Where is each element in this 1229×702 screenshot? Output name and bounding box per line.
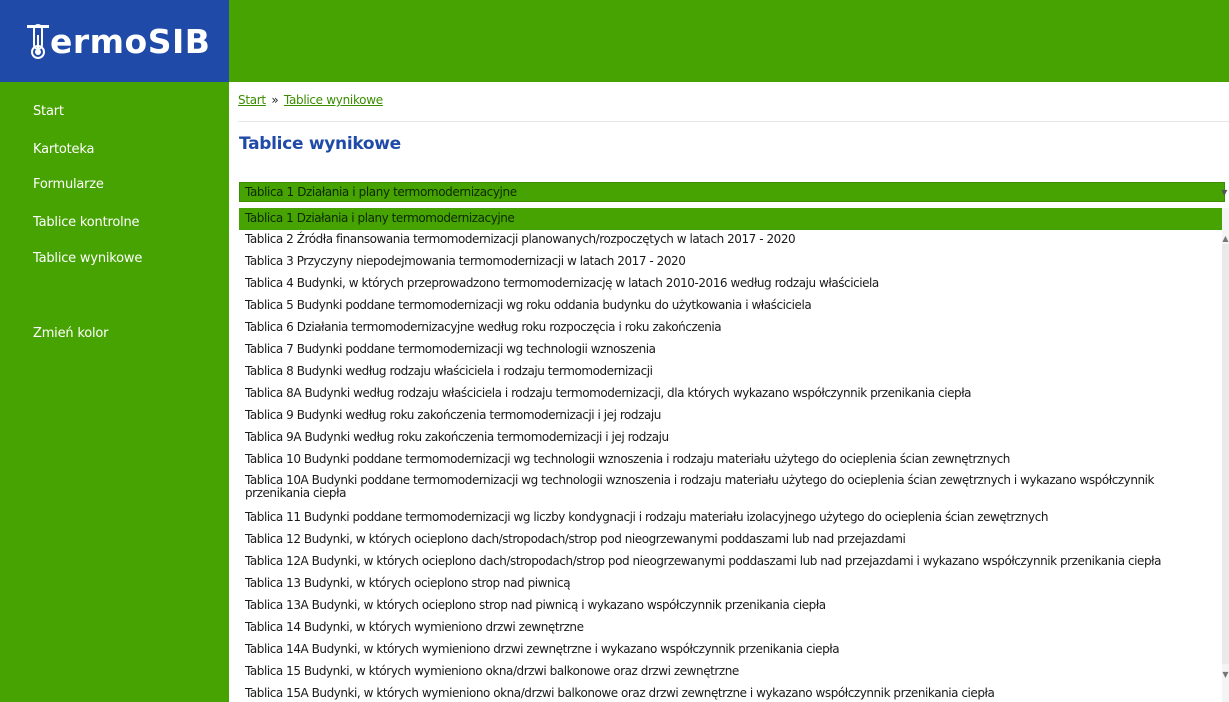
select-option[interactable]: Tablica 10 Budynki poddane termomoderniz… [239,453,1222,466]
logo-text: ermoSIB [50,21,211,61]
select-option[interactable]: Tablica 9 Budynki według roku zakończeni… [239,409,1222,422]
sidebar-item-start[interactable]: Start [33,104,64,119]
breadcrumb: Start » Tablice wynikowe [238,93,383,107]
sidebar-item-zmien-kolor[interactable]: Zmień kolor [33,326,108,341]
breadcrumb-separator: » [271,93,279,107]
select-option[interactable]: Tablica 1 Działania i plany termomoderni… [239,208,1222,230]
chevron-down-icon: ▼ [1221,188,1227,197]
select-option[interactable]: Tablica 8 Budynki według rodzaju właścic… [239,365,1222,378]
page-title: Tablice wynikowe [239,134,401,154]
select-option[interactable]: Tablica 12 Budynki, w których ocieplono … [239,533,1222,546]
app-root: ermoSIB Start Kartoteka Formularze Tabli… [0,0,1229,702]
table-select-value: Tablica 1 Działania i plany termomoderni… [245,185,517,199]
select-option[interactable]: Tablica 14A Budynki, w których wymienion… [239,643,1222,656]
select-option[interactable]: Tablica 4 Budynki, w których przeprowadz… [239,277,1222,290]
sidebar-item-tablice-wynikowe[interactable]: Tablice wynikowe [33,251,142,266]
select-option[interactable]: Tablica 13 Budynki, w których ocieplono … [239,577,1222,590]
breadcrumb-start-link[interactable]: Start [238,93,266,107]
thermometer-icon [26,21,50,61]
breadcrumb-current-link[interactable]: Tablice wynikowe [284,93,383,107]
select-option[interactable]: Tablica 7 Budynki poddane termomoderniza… [239,343,1222,356]
sidebar-item-kartoteka[interactable]: Kartoteka [33,142,94,157]
scroll-down-icon[interactable]: ▼ [1222,670,1229,679]
select-option[interactable]: Tablica 13A Budynki, w których ocieplono… [239,599,1222,612]
select-option[interactable]: Tablica 10A Budynki poddane termomoderni… [239,474,1222,500]
scroll-up-icon[interactable]: ▲ [1222,234,1229,243]
main-content: Start » Tablice wynikowe Tablice wynikow… [229,82,1229,702]
select-option[interactable]: Tablica 15 Budynki, w których wymieniono… [239,665,1222,678]
sidebar-item-tablice-kontrolne[interactable]: Tablice kontrolne [33,215,140,230]
select-option[interactable]: Tablica 2 Źródła finansowania termomoder… [239,233,1222,246]
sidebar-item-formularze[interactable]: Formularze [33,177,104,192]
select-option[interactable]: Tablica 12A Budynki, w których ocieplono… [239,555,1222,568]
select-option[interactable]: Tablica 8A Budynki według rodzaju właści… [239,387,1222,400]
select-option[interactable]: Tablica 15A Budynki, w których wymienion… [239,687,1222,700]
select-option[interactable]: Tablica 14 Budynki, w których wymieniono… [239,621,1222,634]
select-option[interactable]: Tablica 6 Działania termomodernizacyjne … [239,321,1222,334]
select-option[interactable]: Tablica 3 Przyczyny niepodejmowania term… [239,255,1222,268]
divider [238,121,1229,122]
scrollbar-thumb[interactable] [1222,244,1229,664]
dropdown-scrollbar[interactable]: ▲ ▼ [1222,208,1229,702]
table-select[interactable]: Tablica 1 Działania i plany termomoderni… [239,182,1227,202]
select-option[interactable]: Tablica 11 Budynki poddane termomoderniz… [239,511,1222,524]
select-option[interactable]: Tablica 9A Budynki według roku zakończen… [239,431,1222,444]
sidebar: Start Kartoteka Formularze Tablice kontr… [0,82,229,702]
logo[interactable]: ermoSIB [0,0,229,82]
table-select-dropdown: Tablica 1 Działania i plany termomoderni… [239,208,1222,702]
select-option[interactable]: Tablica 5 Budynki poddane termomoderniza… [239,299,1222,312]
